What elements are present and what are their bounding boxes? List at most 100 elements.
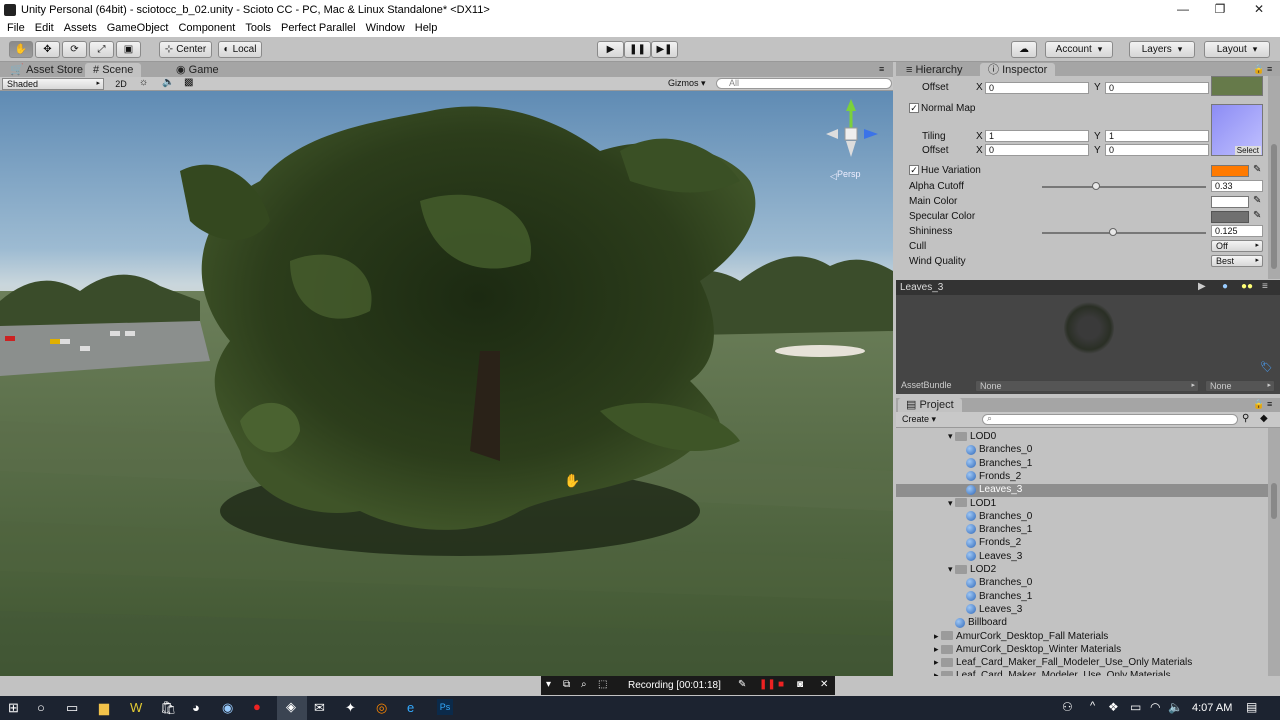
volume-icon[interactable]: 🔈 — [1168, 700, 1183, 714]
shininess-slider-handle[interactable] — [1108, 228, 1117, 236]
gizmos-dropdown[interactable]: Gizmos ▾ — [668, 78, 706, 89]
panel-menu-icon[interactable]: ≡ — [1267, 399, 1272, 409]
select-button[interactable]: Select — [1234, 146, 1261, 155]
menu-component[interactable]: Component — [173, 22, 240, 34]
alpha-cutoff-slider-handle[interactable] — [1092, 182, 1101, 190]
tree-folder[interactable]: ▸ Leaf_Card_Maker_Modeler_Use_Only Mater… — [896, 670, 1268, 676]
maximize-button[interactable]: ❐ — [1201, 0, 1239, 19]
project-search-input[interactable]: ⌕ — [982, 413, 1238, 425]
tree-item[interactable]: Branches_1 — [896, 458, 1268, 471]
offset-x-field[interactable]: 0 — [985, 82, 1089, 94]
zoom-icon[interactable]: ⌕ — [581, 679, 587, 690]
steam-icon[interactable]: ◉ — [222, 700, 233, 716]
texture-thumbnail[interactable] — [1211, 76, 1263, 96]
layers-dropdown[interactable]: Layers — [1129, 41, 1195, 58]
pivot-center-button[interactable]: ⊹ Center — [159, 41, 212, 58]
expand-arrow-icon[interactable]: ▸ — [934, 670, 941, 676]
eyedropper-icon[interactable]: ✎ — [1253, 164, 1261, 175]
record-app-icon[interactable]: ● — [253, 699, 261, 714]
dropbox-icon[interactable]: ❖ — [1108, 700, 1119, 714]
normal-map-thumbnail[interactable]: Select — [1211, 104, 1263, 156]
menu-assets[interactable]: Assets — [59, 22, 102, 34]
inspector-scrollbar-thumb[interactable] — [1271, 144, 1277, 269]
tiling-x-field[interactable]: 1 — [985, 130, 1089, 142]
start-icon[interactable]: ⊞ — [8, 700, 19, 716]
panel-menu-icon[interactable]: ≡ — [879, 64, 884, 74]
step-button[interactable]: ▶❚ — [651, 41, 678, 58]
window-icon[interactable]: ⧉ — [563, 679, 570, 690]
lock-icon[interactable]: 🔒 — [1253, 399, 1264, 410]
layout-dropdown[interactable]: Layout — [1204, 41, 1270, 58]
tab-scene[interactable]: # Scene — [85, 63, 142, 78]
hue-variation-checkbox[interactable]: ✓ — [909, 165, 919, 175]
tree-item[interactable]: Leaves_3 — [896, 484, 1268, 498]
menu-help[interactable]: Help — [410, 22, 443, 34]
expand-arrow-icon[interactable]: ▾ — [948, 498, 955, 508]
people-icon[interactable]: ⚇ — [1062, 700, 1073, 714]
tiling-y-field[interactable]: 1 — [1105, 130, 1209, 142]
tree-folder[interactable]: ▸ Leaf_Card_Maker_Fall_Modeler_Use_Only … — [896, 657, 1268, 670]
app-icon[interactable]: ◕ — [192, 700, 200, 715]
asset-label-icon[interactable]: 🏷 — [1260, 362, 1273, 373]
close-button[interactable]: ✕ — [1240, 0, 1278, 19]
alpha-cutoff-field[interactable]: 0.33 — [1211, 180, 1263, 192]
tree-folder[interactable]: ▾ LOD1 — [896, 498, 1268, 511]
menu-tools[interactable]: Tools — [240, 22, 276, 34]
project-scrollbar-thumb[interactable] — [1271, 483, 1277, 519]
menu-perfect-parallel[interactable]: Perfect Parallel — [276, 22, 361, 34]
tree-item[interactable]: Leaves_3 — [896, 551, 1268, 564]
play-button[interactable]: ▶ — [597, 41, 624, 58]
shininess-slider[interactable] — [1042, 232, 1206, 234]
menu-window[interactable]: Window — [361, 22, 410, 34]
lighting-toggle-icon[interactable]: ☼ — [139, 77, 148, 88]
winamp-icon[interactable]: W — [130, 700, 142, 715]
preview-menu-icon[interactable]: ≡ — [1262, 281, 1268, 292]
tree-item[interactable]: Fronds_2 — [896, 537, 1268, 550]
mode-2d-toggle[interactable]: 2D — [112, 78, 130, 90]
expand-arrow-icon[interactable]: ▸ — [934, 631, 941, 641]
effects-toggle-icon[interactable]: ▩ — [184, 77, 193, 88]
create-dropdown[interactable]: Create ▾ — [902, 414, 936, 425]
tree-item[interactable]: Leaves_3 — [896, 604, 1268, 617]
project-scrollbar[interactable] — [1268, 428, 1280, 676]
cull-dropdown[interactable]: Off — [1211, 240, 1263, 252]
battery-icon[interactable]: ▭ — [1130, 700, 1141, 714]
offset-x-field[interactable]: 0 — [985, 144, 1089, 156]
photoshop-icon[interactable]: Ps — [437, 699, 453, 715]
stop-record-icon[interactable]: ■ — [778, 679, 784, 690]
wind-quality-dropdown[interactable]: Best — [1211, 255, 1263, 267]
pivot-local-button[interactable]: ◐ Local — [218, 41, 262, 58]
store-icon[interactable]: 🛍 — [160, 700, 177, 716]
offset-y-field[interactable]: 0 — [1105, 82, 1209, 94]
app2-icon[interactable]: ✦ — [345, 700, 356, 716]
alpha-cutoff-slider[interactable] — [1042, 186, 1206, 188]
notifications-icon[interactable]: ▤ — [1246, 700, 1257, 714]
unity-taskbar-icon[interactable]: ◈ — [277, 696, 307, 720]
normal-map-checkbox[interactable]: ✓ — [909, 103, 919, 113]
cloud-icon[interactable]: ☁ — [1011, 41, 1037, 58]
hue-color-swatch[interactable] — [1211, 165, 1249, 177]
pen-icon[interactable]: ✎ — [738, 679, 746, 690]
region-icon[interactable]: ⬚ — [598, 679, 607, 690]
menu-gameobject[interactable]: GameObject — [102, 22, 174, 34]
search-icon[interactable]: ○ — [37, 700, 45, 715]
collapse-icon[interactable]: ▾ — [546, 679, 551, 690]
rect-tool-icon[interactable]: ▣ — [116, 41, 141, 58]
preview-light-icon[interactable]: ●● — [1241, 281, 1253, 292]
inspector-scrollbar[interactable] — [1268, 76, 1280, 279]
file-explorer-icon[interactable]: ▆ — [99, 700, 109, 716]
expand-arrow-icon[interactable]: ▾ — [948, 431, 955, 441]
menu-file[interactable]: File — [2, 22, 30, 34]
expand-arrow-icon[interactable]: ▸ — [934, 657, 941, 667]
preview-play-icon[interactable]: ▶ — [1198, 281, 1206, 292]
eyedropper-icon[interactable]: ✎ — [1253, 195, 1261, 206]
scene-viewport[interactable]: ◁ ✋ Persp — [0, 91, 893, 676]
assetbundle-variant-dropdown[interactable]: None — [1205, 380, 1275, 392]
tab-project[interactable]: ▤ Project — [898, 398, 962, 413]
minimize-button[interactable]: — — [1164, 0, 1202, 19]
mail-icon[interactable]: ✉ — [314, 700, 325, 716]
assetbundle-dropdown[interactable]: None — [975, 380, 1199, 392]
tree-item[interactable]: Branches_1 — [896, 524, 1268, 537]
tree-item[interactable]: Branches_0 — [896, 511, 1268, 524]
account-dropdown[interactable]: Account — [1045, 41, 1113, 58]
